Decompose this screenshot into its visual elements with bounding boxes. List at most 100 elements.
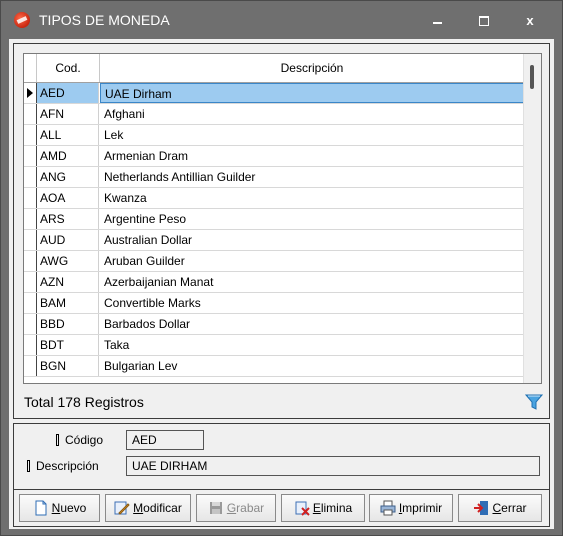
table-row[interactable]: BGN Bulgarian Lev [24,356,524,377]
codigo-label: Código [56,433,103,447]
nuevo-button[interactable]: Nuevo [19,494,100,522]
cell-cod[interactable]: AMD [37,146,99,166]
window-title: TIPOS DE MONEDA [39,12,170,28]
cell-descripcion[interactable]: UAE Dirham [100,83,524,103]
total-records-label: Total 178 Registros [24,394,144,410]
cell-cod[interactable]: BGN [37,356,99,376]
app-icon [14,12,30,28]
exit-door-icon [474,501,489,515]
table-row[interactable]: ALL Lek [24,125,524,146]
table-row[interactable]: ANG Netherlands Antillian Guilder [24,167,524,188]
column-header-descripcion[interactable]: Descripción [100,54,524,82]
imprimir-button[interactable]: Imprimir [369,494,453,522]
codigo-field[interactable]: AED [126,430,204,450]
cell-cod[interactable]: AWG [37,251,99,271]
cell-cod[interactable]: AFN [37,104,99,124]
table-row[interactable]: AED UAE Dirham [24,83,524,104]
client-area: Cod. Descripción AED UAE Dirham AFN Afghani… [9,39,554,529]
cerrar-label: Cerrar [492,501,527,515]
cell-cod[interactable]: AUD [37,230,99,250]
maximize-button[interactable] [474,13,494,29]
cell-cod[interactable]: BDT [37,335,99,355]
row-indicator[interactable] [24,293,37,313]
modificar-label: Modificar [133,501,182,515]
currency-grid[interactable]: Cod. Descripción AED UAE Dirham AFN Afghani… [23,53,542,384]
row-indicator[interactable] [24,230,37,250]
modificar-button[interactable]: Modificar [105,494,191,522]
cell-descripcion[interactable]: Armenian Dram [100,146,524,166]
table-row[interactable]: AFN Afghani [24,104,524,125]
row-indicator[interactable] [24,314,37,334]
row-indicator[interactable] [24,209,37,229]
grid-panel: Cod. Descripción AED UAE Dirham AFN Afghani… [13,43,550,419]
cell-cod[interactable]: AOA [37,188,99,208]
row-indicator[interactable] [24,125,37,145]
detail-panel: Código AED Descripción UAE DIRHAM [13,423,550,491]
cell-cod[interactable]: ALL [37,125,99,145]
cell-descripcion[interactable]: Australian Dollar [100,230,524,250]
delete-icon [295,501,310,516]
close-window-button[interactable]: x [520,13,540,29]
descripcion-label: Descripción [27,459,99,473]
grid-header: Cod. Descripción [24,54,524,83]
grabar-button[interactable]: Grabar [196,494,276,522]
cell-cod[interactable]: BBD [37,314,99,334]
cell-descripcion[interactable]: Lek [100,125,524,145]
descripcion-field[interactable]: UAE DIRHAM [126,456,540,476]
cell-descripcion[interactable]: Barbados Dollar [100,314,524,334]
row-indicator[interactable] [24,188,37,208]
table-row[interactable]: AOA Kwanza [24,188,524,209]
row-indicator[interactable] [24,251,37,271]
table-row[interactable]: BAM Convertible Marks [24,293,524,314]
grid-rows: AED UAE Dirham AFN Afghani ALL Lek AMD Armenian… [24,83,524,377]
cell-descripcion[interactable]: Argentine Peso [100,209,524,229]
imprimir-label: Imprimir [398,501,443,515]
cell-descripcion[interactable]: Convertible Marks [100,293,524,313]
cell-descripcion[interactable]: Azerbaijanian Manat [100,272,524,292]
new-document-icon [35,500,47,516]
cell-descripcion[interactable]: Kwanza [100,188,524,208]
table-row[interactable]: ARS Argentine Peso [24,209,524,230]
cell-cod[interactable]: AZN [37,272,99,292]
cell-cod[interactable]: ANG [37,167,99,187]
row-indicator[interactable] [24,167,37,187]
filter-icon[interactable] [525,393,543,411]
minimize-button[interactable] [428,13,448,29]
header-indicator-cell [24,54,37,82]
descripcion-label-text: Descripción [36,459,99,473]
save-disk-icon [209,502,222,514]
codigo-label-text: Código [65,433,104,447]
table-row[interactable]: BBD Barbados Dollar [24,314,524,335]
row-indicator[interactable] [24,272,37,292]
cell-cod[interactable]: ARS [37,209,99,229]
table-row[interactable]: AUD Australian Dollar [24,230,524,251]
elimina-button[interactable]: Elimina [281,494,365,522]
cell-descripcion[interactable]: Afghani [100,104,524,124]
table-row[interactable]: AZN Azerbaijanian Manat [24,272,524,293]
title-bar[interactable]: TIPOS DE MONEDA x [1,1,562,39]
cell-cod[interactable]: AED [37,83,99,103]
row-indicator[interactable] [24,83,37,103]
button-bar: Nuevo Modificar Grabar Elimina Imprimir … [13,489,550,527]
cell-descripcion[interactable]: Aruban Guilder [100,251,524,271]
row-indicator[interactable] [24,356,37,376]
descripcion-marker-icon [27,460,30,472]
grabar-label: Grabar [226,501,265,515]
cerrar-button[interactable]: Cerrar [458,494,542,522]
printer-icon [380,500,396,516]
row-indicator[interactable] [24,146,37,166]
codigo-marker-icon [56,434,59,446]
scrollbar-thumb[interactable] [530,65,534,89]
row-indicator[interactable] [24,104,37,124]
cell-descripcion[interactable]: Netherlands Antillian Guilder [100,167,524,187]
row-indicator[interactable] [24,335,37,355]
table-row[interactable]: BDT Taka [24,335,524,356]
cell-cod[interactable]: BAM [37,293,99,313]
cell-descripcion[interactable]: Taka [100,335,524,355]
table-row[interactable]: AMD Armenian Dram [24,146,524,167]
elimina-label: Elimina [312,501,353,515]
vertical-scrollbar[interactable] [523,54,541,383]
cell-descripcion[interactable]: Bulgarian Lev [100,356,524,376]
column-header-cod[interactable]: Cod. [37,54,100,82]
table-row[interactable]: AWG Aruban Guilder [24,251,524,272]
